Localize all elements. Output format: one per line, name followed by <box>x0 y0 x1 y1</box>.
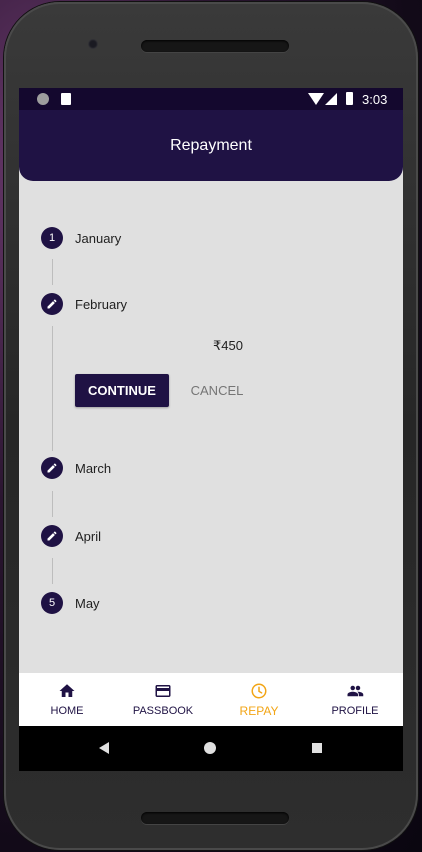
step-number: 5 <box>48 597 56 609</box>
battery-icon <box>346 92 353 105</box>
front-camera <box>88 39 98 49</box>
pencil-icon <box>41 457 63 479</box>
step-label: April <box>75 529 102 544</box>
nav-home[interactable]: HOME <box>19 673 115 726</box>
step-label: January <box>75 231 122 246</box>
nav-repay[interactable]: REPAY <box>211 673 307 726</box>
nav-profile[interactable]: PROFILE <box>307 673 403 726</box>
notification-dot-icon <box>37 93 49 105</box>
clock-icon <box>251 683 267 699</box>
people-icon <box>347 685 364 697</box>
nav-passbook[interactable]: PASSBOOK <box>115 673 211 726</box>
status-time: 3:03 <box>362 92 388 107</box>
pencil-icon <box>41 293 63 315</box>
home-circle-icon[interactable] <box>204 742 216 754</box>
card-icon <box>155 685 171 697</box>
step-label: May <box>75 596 100 611</box>
nav-label: HOME <box>50 705 84 717</box>
step-connector <box>52 259 53 285</box>
step-number-badge: 1 <box>41 227 63 249</box>
step-number-badge: 5 <box>41 592 63 614</box>
continue-button[interactable]: CONTINUE <box>75 374 169 407</box>
status-bar: 3:03 <box>19 88 403 110</box>
recent-apps-icon[interactable] <box>312 743 322 753</box>
cancel-button[interactable]: CANCEL <box>185 374 249 407</box>
step-connector <box>52 491 53 517</box>
page-title: Repayment <box>170 137 252 154</box>
bottom-speaker <box>141 812 289 824</box>
step-connector <box>52 558 53 584</box>
sd-card-icon <box>61 93 71 105</box>
pencil-icon <box>41 525 63 547</box>
step-connector <box>52 326 53 451</box>
system-nav-bar <box>19 726 403 771</box>
step-label: February <box>75 297 128 312</box>
nav-label: PASSBOOK <box>132 705 194 717</box>
wifi-icon <box>308 93 324 105</box>
home-icon <box>59 684 75 697</box>
app-screen: 3:03 Repayment 1 January February ₹450 C… <box>19 88 403 771</box>
app-bar: Repayment <box>19 110 403 181</box>
repay-amount: ₹450 <box>213 338 243 353</box>
nav-label: REPAY <box>239 704 279 718</box>
back-icon[interactable] <box>99 742 109 754</box>
bottom-navigation: HOME PASSBOOK REPAY PROFILE <box>19 673 403 726</box>
nav-label: PROFILE <box>331 705 379 717</box>
step-number: 1 <box>48 232 56 244</box>
step-label: March <box>75 461 112 476</box>
top-speaker <box>141 40 289 52</box>
signal-icon <box>325 93 337 105</box>
